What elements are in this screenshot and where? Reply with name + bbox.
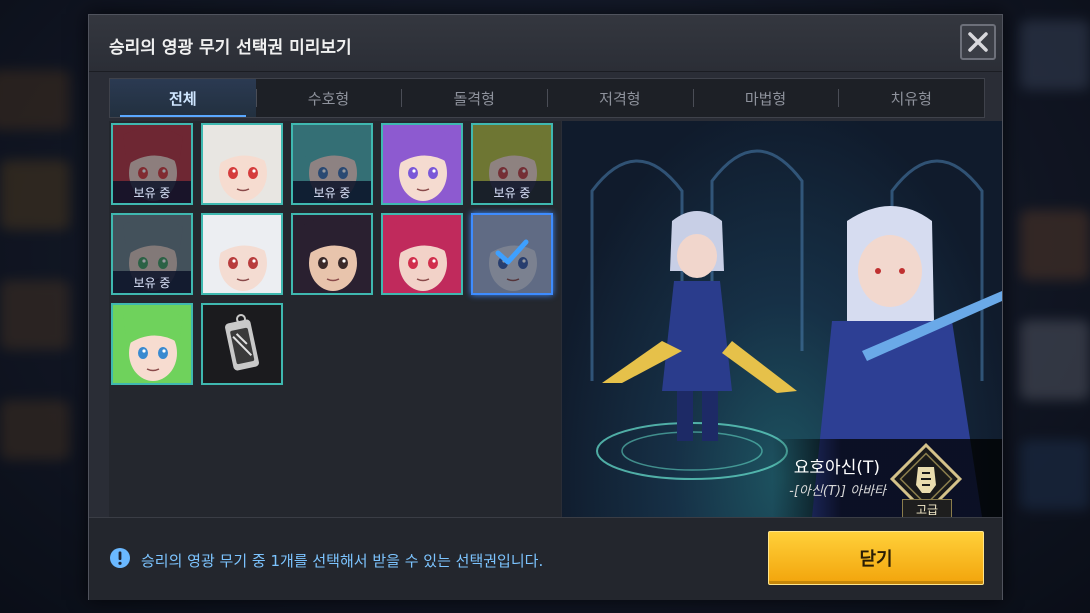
character-slot[interactable]: 보유 중 (291, 123, 373, 205)
dialog-title: 승리의 영광 무기 선택권 미리보기 (109, 38, 352, 58)
tab-0[interactable]: 전체 (110, 79, 256, 117)
character-portrait (383, 125, 461, 203)
character-grid-panel: 보유 중 보유 중 보유 중 보유 중 (109, 121, 561, 517)
tab-4[interactable]: 마법형 (692, 79, 839, 117)
character-portrait (293, 215, 371, 293)
character-slot[interactable] (381, 213, 463, 295)
weapon-token-slot[interactable] (201, 303, 283, 385)
tab-3[interactable]: 저격형 (547, 79, 693, 117)
character-slot[interactable]: 보유 중 (111, 213, 193, 295)
character-portrait (113, 305, 191, 383)
close-button[interactable]: 닫기 (768, 531, 984, 585)
close-icon (968, 32, 988, 52)
check-icon (495, 239, 529, 265)
preview-name-plate: 요호아신(T) -[아신(T)] 아바타 고급 (772, 439, 1002, 517)
character-portrait (203, 125, 281, 203)
avatar-subtitle: -[아신(T)] 아바타 (789, 484, 886, 499)
tab-2[interactable]: 돌격형 (401, 79, 547, 117)
weapon-token-icon (225, 314, 259, 371)
character-slot[interactable]: 보유 중 (471, 123, 553, 205)
character-slot[interactable] (111, 303, 193, 385)
character-name: 요호아신(T) (793, 458, 880, 478)
tab-1[interactable]: 수호형 (255, 79, 402, 117)
close-x-button[interactable] (960, 24, 996, 60)
character-figure-small (602, 211, 797, 441)
title-bar: 승리의 영광 무기 선택권 미리보기 (89, 15, 1002, 72)
info-icon (110, 548, 130, 568)
notice-text: 승리의 영광 무기 중 1개를 선택해서 받을 수 있는 선택권입니다. (141, 552, 544, 570)
character-slot[interactable] (471, 213, 553, 295)
owned-label: 보유 중 (473, 181, 551, 203)
character-portrait (383, 215, 461, 293)
owned-label: 보유 중 (113, 181, 191, 203)
character-slot[interactable] (291, 213, 373, 295)
owned-label: 보유 중 (113, 271, 191, 293)
grade-label: 고급 (902, 499, 952, 517)
category-tabs: 전체 수호형 돌격형 저격형 마법형 치유형 (109, 78, 985, 118)
character-slot[interactable] (201, 123, 283, 205)
character-slot[interactable] (381, 123, 463, 205)
character-slot[interactable]: 보유 중 (111, 123, 193, 205)
character-preview: 요호아신(T) -[아신(T)] 아바타 고급 (562, 121, 1002, 517)
character-portrait (203, 215, 281, 293)
character-slot[interactable] (201, 213, 283, 295)
weapon-voucher-preview-dialog: 승리의 영광 무기 선택권 미리보기 전체 수호형 돌격형 저격형 마법형 치유형 보유 … (88, 14, 1003, 600)
tab-5[interactable]: 치유형 (838, 79, 984, 117)
owned-label: 보유 중 (293, 181, 371, 203)
dialog-footer: 승리의 영광 무기 중 1개를 선택해서 받을 수 있는 선택권입니다. 닫기 (89, 517, 1002, 600)
